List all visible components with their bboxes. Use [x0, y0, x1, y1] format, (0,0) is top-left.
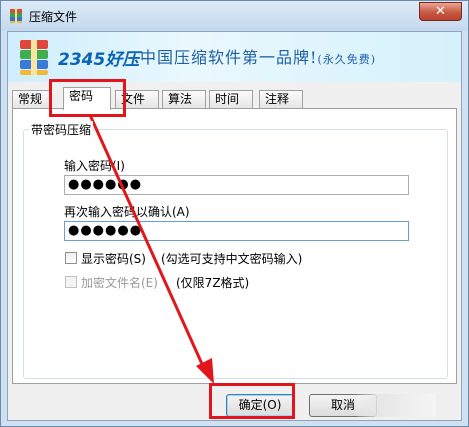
slogan: 中国压缩软件第一品牌!(永久免费)	[140, 44, 376, 68]
enter-password-label: 输入密码(I)	[64, 159, 125, 173]
close-button[interactable]: ✕	[419, 2, 462, 21]
encrypt-filenames-checkbox[interactable]	[65, 276, 77, 288]
show-password-checkbox[interactable]	[65, 252, 77, 264]
encrypt-filenames-hint: (仅限7Z格式)	[176, 276, 250, 290]
password-input[interactable]: ●●●●●●	[64, 175, 409, 195]
watermark-blur	[356, 394, 436, 417]
tab-time[interactable]: 时间	[209, 90, 253, 109]
title-bar[interactable]: 压缩文件 ✕	[1, 1, 468, 31]
compress-dialog: 压缩文件 ✕ 2345好压 中国压缩软件第一品牌!(永久免费) 常规 密码 文件…	[0, 0, 469, 427]
confirm-password-input[interactable]: ●●●●●●	[64, 221, 409, 241]
encrypt-filenames-label: 加密文件名(E)	[81, 276, 158, 290]
tab-comment[interactable]: 注释	[259, 90, 303, 109]
dialog-body: 2345好压 中国压缩软件第一品牌!(永久免费) 常规 密码 文件 算法 时间 …	[7, 31, 462, 421]
highlight-ok-button	[209, 383, 295, 419]
haozip-logo-icon	[20, 40, 48, 75]
brand-name: 2345好压	[58, 50, 140, 70]
tab-password[interactable]: 密码	[63, 87, 111, 110]
window-title: 压缩文件	[29, 10, 78, 24]
tab-general[interactable]: 常规	[12, 90, 50, 109]
confirm-password-label: 再次输入密码以确认(A)	[64, 205, 190, 219]
slogan-note: (永久免费)	[317, 53, 377, 66]
slogan-text: 中国压缩软件第一品牌!	[140, 48, 318, 67]
password-group-title: 带密码压缩	[29, 121, 94, 138]
tab-algorithm[interactable]: 算法	[162, 90, 206, 109]
show-password-label[interactable]: 显示密码(S)	[81, 250, 146, 267]
archive-app-icon	[10, 9, 22, 23]
banner: 2345好压 中国压缩软件第一品牌!(永久免费)	[8, 32, 461, 82]
password-tab-panel: 带密码压缩 输入密码(I) ●●●●●● 再次输入密码以确认(A) ●●●●●●…	[12, 108, 457, 384]
close-icon: ✕	[435, 4, 446, 19]
show-password-hint: (勾选可支持中文密码输入)	[161, 252, 303, 266]
